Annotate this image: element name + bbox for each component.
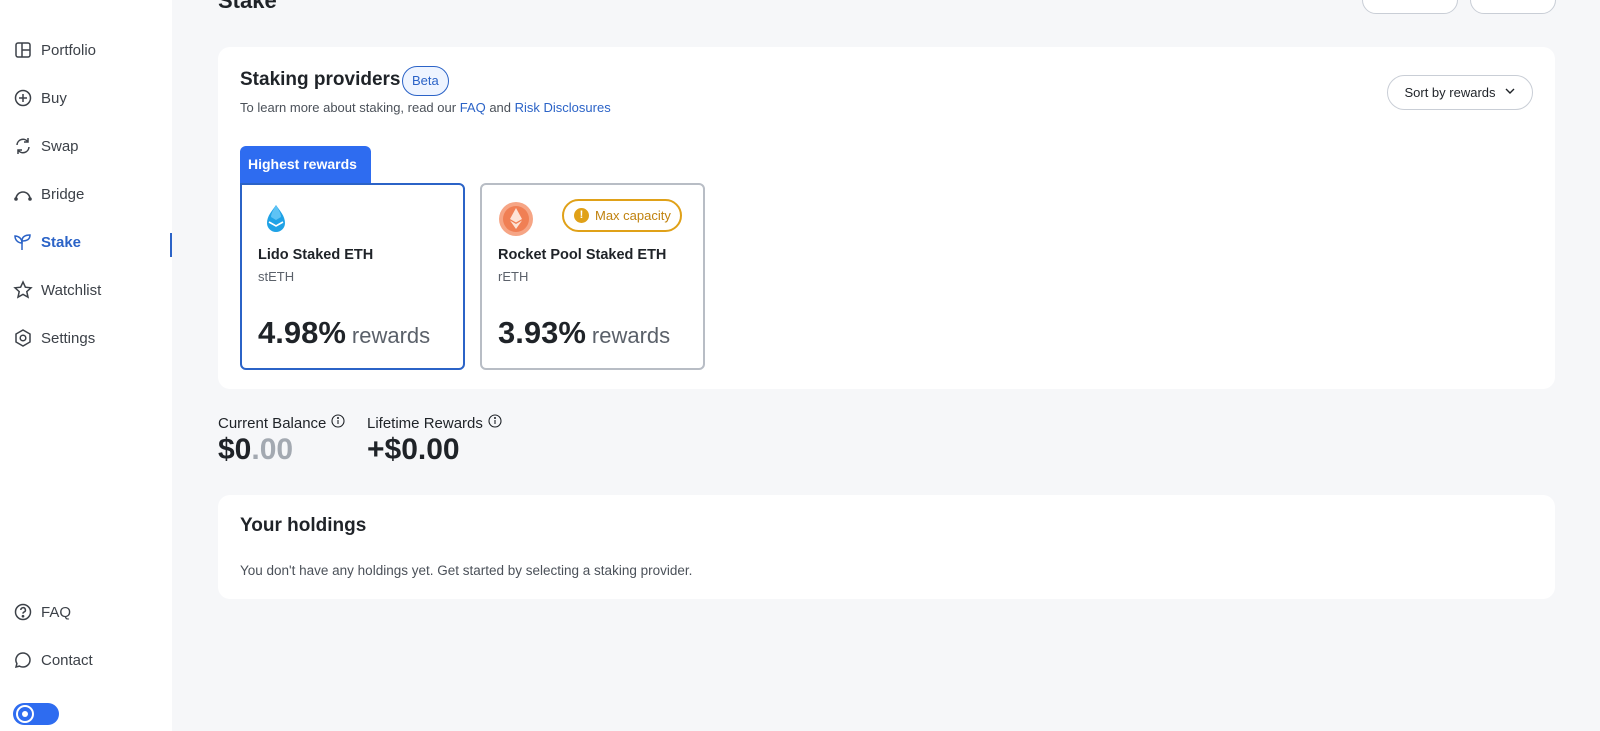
section-subtitle: To learn more about staking, read our FA… [240, 100, 611, 115]
sidebar-item-faq[interactable]: FAQ [13, 597, 163, 627]
info-icon[interactable] [331, 414, 345, 432]
active-indicator [170, 233, 172, 257]
sidebar-item-label: Watchlist [41, 281, 102, 299]
sidebar-item-label: Settings [41, 329, 96, 347]
section-title: Staking providers [240, 69, 401, 90]
sprout-icon [13, 232, 33, 252]
lifetime-rewards-value: +$0.00 [367, 433, 460, 466]
subtitle-and: and [485, 100, 515, 115]
risk-disclosures-link[interactable]: Risk Disclosures [515, 100, 611, 115]
sidebar-item-watchlist[interactable]: Watchlist [13, 275, 163, 305]
provider-rate: 3.93% rewards [498, 315, 670, 351]
currency-selector[interactable] [1362, 0, 1458, 14]
current-balance-label: Current Balance [218, 414, 345, 432]
sidebar-item-label: Bridge [41, 185, 85, 203]
sort-label: Sort by rewards [1404, 85, 1496, 100]
provider-rate: 4.98% rewards [258, 315, 430, 351]
provider-name: Rocket Pool Staked ETH [498, 247, 667, 263]
sun-icon [16, 705, 34, 723]
theme-toggle[interactable] [13, 703, 59, 725]
rate-label: rewards [591, 323, 671, 348]
max-capacity-label: Max capacity [595, 208, 671, 223]
rate-label: rewards [351, 323, 431, 348]
sidebar-item-stake[interactable]: Stake [13, 227, 163, 257]
warning-icon: ! [574, 208, 589, 223]
balance-cents: .00 [251, 433, 294, 466]
gear-icon [13, 328, 33, 348]
bridge-icon [13, 184, 33, 204]
holdings-card: Your holdings You don't have any holding… [218, 495, 1555, 599]
info-icon[interactable] [488, 414, 502, 432]
provider-ticker: stETH [258, 269, 295, 284]
balance-whole: $0 [218, 433, 252, 466]
subtitle-text: To learn more about staking, read our [240, 100, 460, 115]
page-title: Stake [218, 0, 277, 13]
max-capacity-badge: ! Max capacity [562, 199, 682, 232]
plus-circle-icon [13, 88, 33, 108]
sidebar: Portfolio Buy Swap Bridge Stake Watchlis… [0, 0, 172, 731]
swap-icon [13, 136, 33, 156]
beta-badge: Beta [402, 66, 449, 96]
current-balance-value: $0.00 [218, 433, 293, 467]
sidebar-item-label: Buy [41, 89, 67, 107]
portfolio-icon [13, 40, 33, 60]
sidebar-item-portfolio[interactable]: Portfolio [13, 35, 163, 65]
rate-value: 3.93% [498, 315, 586, 350]
sidebar-item-label: Contact [41, 651, 93, 669]
sidebar-item-settings[interactable]: Settings [13, 323, 163, 353]
rocket-pool-logo-icon [498, 201, 534, 237]
sidebar-item-label: Stake [41, 233, 82, 251]
sort-dropdown[interactable]: Sort by rewards [1387, 75, 1533, 110]
sidebar-item-contact[interactable]: Contact [13, 645, 163, 675]
lifetime-rewards-text: Lifetime Rewards [367, 414, 483, 432]
rate-value: 4.98% [258, 315, 346, 350]
sidebar-item-label: Portfolio [41, 41, 97, 59]
provider-card-rocket-pool[interactable]: ! Max capacity Rocket Pool Staked ETH rE… [480, 183, 705, 370]
holdings-title: Your holdings [240, 515, 367, 536]
provider-name: Lido Staked ETH [258, 247, 374, 263]
sidebar-item-buy[interactable]: Buy [13, 83, 163, 113]
holdings-empty-message: You don't have any holdings yet. Get sta… [240, 563, 693, 578]
provider-ticker: rETH [498, 269, 529, 284]
chat-icon [13, 650, 33, 670]
sidebar-item-label: FAQ [41, 603, 72, 621]
lifetime-rewards-label: Lifetime Rewards [367, 414, 502, 432]
faq-link[interactable]: FAQ [460, 100, 486, 115]
chevron-down-icon [1504, 85, 1516, 100]
current-balance-text: Current Balance [218, 414, 327, 432]
sidebar-item-label: Swap [41, 137, 79, 155]
network-selector[interactable] [1470, 0, 1556, 14]
provider-card-lido[interactable]: Lido Staked ETH stETH 4.98% rewards [240, 183, 465, 370]
sidebar-item-bridge[interactable]: Bridge [13, 179, 163, 209]
star-icon [13, 280, 33, 300]
lido-logo-icon [258, 201, 294, 237]
staking-providers-card: Staking providers Beta To learn more abo… [218, 47, 1555, 389]
question-circle-icon [13, 602, 33, 622]
highest-rewards-tag: Highest rewards [240, 146, 371, 184]
sidebar-item-swap[interactable]: Swap [13, 131, 163, 161]
